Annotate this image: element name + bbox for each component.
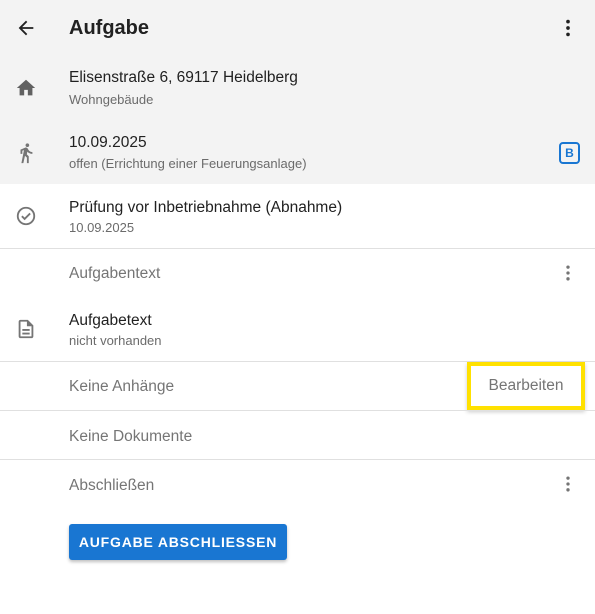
- documents-label: Keine Dokumente: [69, 428, 193, 445]
- check-circle-icon: [12, 202, 40, 230]
- task-text-menu-button[interactable]: [554, 259, 582, 287]
- more-vert-icon: [566, 265, 570, 281]
- complete-section-header: Abschließen: [0, 460, 595, 508]
- page-title: Aufgabe: [69, 17, 149, 39]
- task-row[interactable]: Prüfung vor Inbetriebnahme (Abnahme) 10.…: [0, 184, 595, 248]
- visit-status: offen (Errichtung einer Feuerungsanlage): [69, 156, 307, 171]
- building-type: Wohngebäude: [69, 92, 154, 107]
- complete-task-button[interactable]: AUFGABE ABSCHLIESSEN: [69, 524, 287, 560]
- more-vert-icon: [566, 476, 570, 492]
- arrow-left-icon: [18, 20, 34, 36]
- address-row[interactable]: Elisenstraße 6, 69117 Heidelberg Wohngeb…: [0, 58, 595, 121]
- visit-row[interactable]: 10.09.2025 offen (Errichtung einer Feuer…: [0, 121, 595, 184]
- back-button[interactable]: [12, 14, 40, 42]
- task-text-status: nicht vorhanden: [69, 333, 162, 348]
- home-icon: [12, 74, 40, 102]
- section-label-task-text: Aufgabentext: [69, 265, 161, 282]
- status-badge: B: [559, 142, 580, 164]
- task-date: 10.09.2025: [69, 220, 135, 235]
- overflow-menu-button[interactable]: [554, 14, 582, 42]
- visit-date: 10.09.2025: [69, 134, 147, 151]
- address-text: Elisenstraße 6, 69117 Heidelberg: [69, 69, 298, 86]
- document-icon: [12, 315, 40, 343]
- documents-row: Keine Dokumente: [0, 411, 595, 459]
- task-text-row[interactable]: Aufgabetext nicht vorhanden: [0, 297, 595, 361]
- app-bar: Aufgabe: [0, 0, 595, 58]
- more-vert-icon: [566, 19, 570, 37]
- attachments-label: Keine Anhänge: [69, 378, 175, 395]
- task-text-section-header: Aufgabentext: [0, 249, 595, 297]
- complete-menu-button[interactable]: [554, 470, 582, 498]
- task-text-title: Aufgabetext: [69, 312, 152, 329]
- walk-icon: [12, 139, 40, 167]
- task-title: Prüfung vor Inbetriebnahme (Abnahme): [69, 199, 343, 216]
- section-label-complete: Abschließen: [69, 477, 155, 494]
- edit-button[interactable]: Bearbeiten: [467, 362, 585, 410]
